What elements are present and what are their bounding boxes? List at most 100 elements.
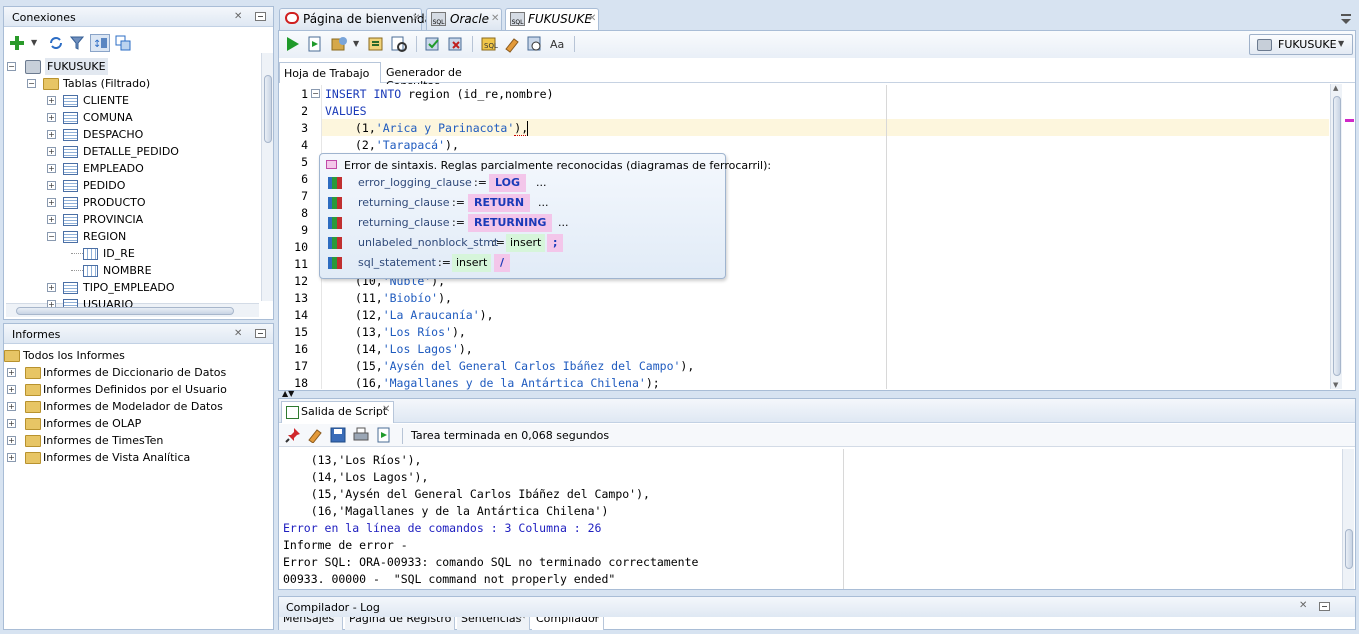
close-panel-icon[interactable]: ✕ <box>234 11 242 22</box>
expand-icon[interactable]: + <box>47 181 56 190</box>
popup-rule[interactable]: sql_statement := insert / <box>328 253 718 273</box>
tree-node-column[interactable]: ID_RE <box>67 245 187 262</box>
scroll-thumb[interactable] <box>16 307 234 315</box>
tree-node-table[interactable]: + PEDIDO <box>47 177 207 194</box>
schema-browser-icon[interactable]: ↕ <box>90 34 110 52</box>
save-icon[interactable] <box>330 427 346 443</box>
tree-node-table[interactable]: + PROVINCIA <box>47 211 207 228</box>
tab-oracle[interactable]: SQL Oracle ✕ <box>426 8 502 30</box>
error-marker[interactable] <box>1345 119 1354 122</box>
scroll-thumb[interactable] <box>1333 96 1341 376</box>
tree-node-table[interactable]: + EMPLEADO <box>47 160 207 177</box>
expand-icon[interactable]: + <box>47 96 56 105</box>
commit-icon[interactable] <box>424 35 442 53</box>
tree-node-tables[interactable]: − Tablas (Filtrado) <box>27 75 207 92</box>
expand-icon[interactable]: + <box>47 215 56 224</box>
tab-script-output[interactable]: Salida de Script ✕ <box>281 401 394 423</box>
expand-icon[interactable]: + <box>47 130 56 139</box>
collapse-icon[interactable]: − <box>7 62 16 71</box>
sql-tuning-icon[interactable] <box>390 35 408 53</box>
fold-icon[interactable]: − <box>311 89 320 98</box>
print-icon[interactable] <box>353 427 369 443</box>
expand-icon[interactable]: + <box>47 113 56 122</box>
tab-welcome[interactable]: Página de bienvenida ✕ <box>279 8 432 30</box>
connection-selector[interactable]: FUKUSUKE ▼ <box>1249 34 1353 55</box>
close-tab-icon[interactable]: ✕ <box>382 404 390 415</box>
expand-icon[interactable]: + <box>7 385 16 394</box>
pin-icon[interactable] <box>285 427 301 443</box>
tree-node-table[interactable]: − REGION <box>47 228 207 245</box>
close-tab-icon[interactable]: ✕ <box>491 9 499 29</box>
tree-node-connection[interactable]: − FUKUSUKE <box>7 58 117 75</box>
tree-node-table[interactable]: + DESPACHO <box>47 126 207 143</box>
minimize-panel-icon[interactable] <box>1319 602 1330 611</box>
popup-rule[interactable]: returning_clause := RETURN ... <box>328 193 718 213</box>
tab-list-dropdown[interactable] <box>1339 12 1353 26</box>
collapse-icon[interactable]: − <box>47 232 56 241</box>
tree-vertical-scrollbar[interactable] <box>261 53 273 301</box>
tree-node-table[interactable]: + DETALLE_PEDIDO <box>47 143 207 160</box>
chevron-down-icon[interactable]: ▼ <box>31 38 37 47</box>
minimize-panel-icon[interactable] <box>255 12 266 21</box>
expand-icon[interactable]: + <box>7 368 16 377</box>
run-script-icon[interactable] <box>306 35 324 53</box>
collapse-icon[interactable]: − <box>27 79 36 88</box>
popup-rule[interactable]: unlabeled_nonblock_stmt := insert ; <box>328 233 718 253</box>
close-tab-icon[interactable]: ✕ <box>518 617 526 622</box>
expand-icon[interactable]: + <box>7 402 16 411</box>
scroll-thumb[interactable] <box>1345 529 1353 569</box>
report-item[interactable]: + Informes Definidos por el Usuario <box>7 381 267 398</box>
close-tab-icon[interactable]: ✕ <box>443 617 451 622</box>
expand-icon[interactable]: + <box>47 198 56 207</box>
tree-node-table[interactable]: + TIPO_EMPLEADO <box>47 279 207 296</box>
expand-icon[interactable]: + <box>47 164 56 173</box>
minimize-panel-icon[interactable] <box>255 329 266 338</box>
expand-icon[interactable]: + <box>7 436 16 445</box>
scroll-thumb[interactable] <box>264 75 272 143</box>
report-item[interactable]: + Informes de TimesTen <box>7 432 267 449</box>
tab-fukusuke[interactable]: SQL FUKUSUKE ✕ <box>505 8 599 31</box>
report-item[interactable]: Todos los Informes <box>4 347 264 364</box>
sql-history-icon[interactable] <box>526 35 544 53</box>
close-panel-icon[interactable]: ✕ <box>1299 600 1307 611</box>
popup-rule[interactable]: returning_clause := RETURNING ... <box>328 213 718 233</box>
log-tab[interactable]: Sentencias ✕ <box>457 617 530 630</box>
expand-icon[interactable]: + <box>47 300 56 307</box>
filter-icon[interactable] <box>69 36 85 50</box>
tab-query-builder[interactable]: Generador de Consultas <box>383 62 513 92</box>
log-tab[interactable]: Compilador ✕ <box>532 617 604 630</box>
close-tab-icon[interactable]: ✕ <box>412 9 420 29</box>
scroll-up-icon[interactable]: ▲ <box>1333 84 1338 92</box>
popup-rule[interactable]: error_logging_clause := LOG ... <box>328 173 718 193</box>
tree-node-table[interactable]: + COMUNA <box>47 109 207 126</box>
expand-icon[interactable]: + <box>47 283 56 292</box>
scroll-down-icon[interactable]: ▼ <box>1333 381 1338 389</box>
expand-icon[interactable]: + <box>7 453 16 462</box>
splitter-arrows[interactable]: ▲▼ <box>282 390 294 398</box>
log-tab[interactable]: Mensajes <box>279 617 343 630</box>
clear-icon[interactable] <box>503 35 521 53</box>
rollback-icon[interactable] <box>447 35 465 53</box>
expand-icon[interactable]: + <box>7 419 16 428</box>
editor-vertical-scrollbar[interactable]: ▲ ▼ <box>1330 84 1342 389</box>
explain-plan-icon[interactable] <box>367 35 385 53</box>
unshared-sql-icon[interactable]: SQL <box>480 35 498 53</box>
tree-node-column[interactable]: NOMBRE <box>67 262 187 279</box>
unshared-worksheet-icon[interactable] <box>115 35 131 51</box>
add-connection-icon[interactable] <box>10 36 24 50</box>
refresh-icon[interactable] <box>48 35 64 51</box>
tree-node-table[interactable]: + USUARIO <box>47 296 207 307</box>
output-vertical-scrollbar[interactable] <box>1342 449 1354 589</box>
autotrace-icon[interactable] <box>330 35 348 53</box>
run-statement-icon[interactable] <box>283 35 301 53</box>
close-panel-icon[interactable]: ✕ <box>234 328 242 339</box>
tab-worksheet[interactable]: Hoja de Trabajo <box>279 62 381 83</box>
close-tab-icon[interactable]: ✕ <box>592 617 600 622</box>
log-tab[interactable]: Página de Registro ✕ <box>345 617 455 630</box>
report-item[interactable]: + Informes de Diccionario de Datos <box>7 364 267 381</box>
format-case-icon[interactable]: Aa <box>549 35 567 53</box>
tree-node-table[interactable]: + PRODUCTO <box>47 194 207 211</box>
clear-icon[interactable] <box>307 427 323 444</box>
report-item[interactable]: + Informes de Vista Analítica <box>7 449 267 466</box>
close-tab-icon[interactable]: ✕ <box>588 9 596 29</box>
